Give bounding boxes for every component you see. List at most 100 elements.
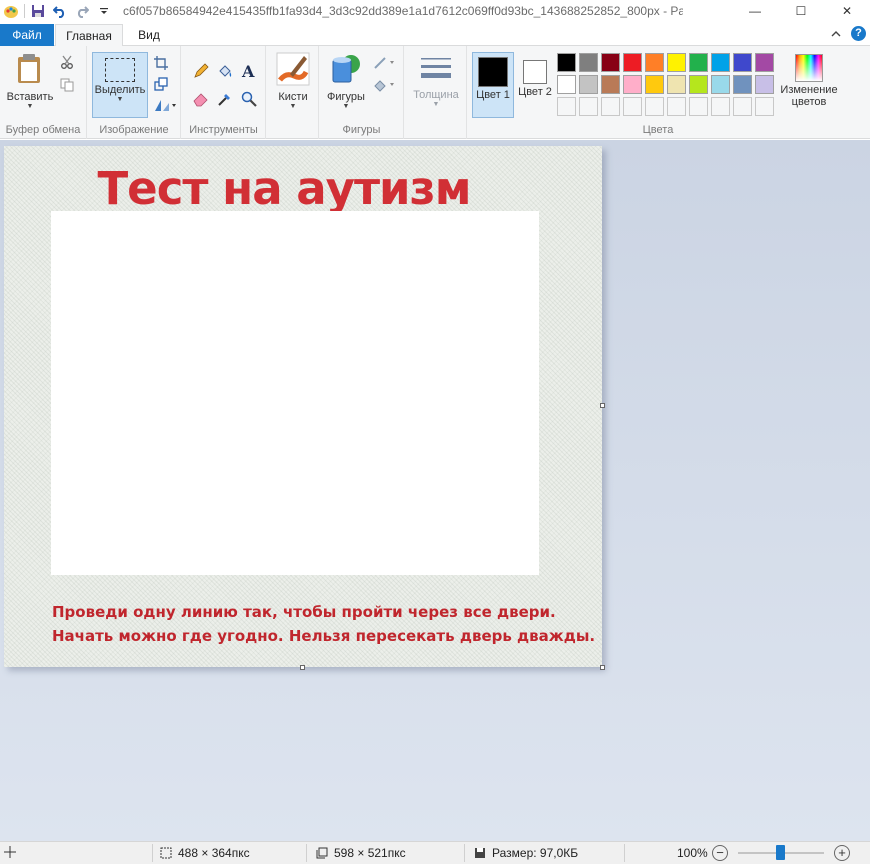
group-label-colors: Цвета <box>642 124 674 136</box>
resize-icon[interactable] <box>152 75 170 93</box>
palette-swatch[interactable] <box>689 53 708 72</box>
edit-colors-button[interactable]: Изменение цветов <box>776 54 842 108</box>
line-size-icon <box>421 58 451 78</box>
group-shapes: Фигуры ▼ Фигуры <box>320 46 404 139</box>
shapes-icon <box>332 55 360 83</box>
palette-swatch[interactable] <box>579 53 598 72</box>
palette-custom-slot[interactable] <box>755 97 774 116</box>
shape-fill-icon[interactable] <box>372 76 398 94</box>
color-spectrum-icon <box>795 54 823 82</box>
palette-custom-slot[interactable] <box>689 97 708 116</box>
palette-custom-slot[interactable] <box>557 97 576 116</box>
palette-swatch[interactable] <box>557 53 576 72</box>
paste-label: Вставить <box>6 91 54 103</box>
collapse-ribbon-icon[interactable] <box>831 27 841 41</box>
pencil-icon[interactable] <box>192 62 210 80</box>
color-picker-icon[interactable] <box>216 90 234 108</box>
group-colors: Цвет 1 Цвет 2 Изменение цветов Цвета <box>468 46 848 139</box>
rotate-icon[interactable] <box>152 96 178 114</box>
tab-file[interactable]: Файл <box>0 24 54 46</box>
palette-swatch[interactable] <box>733 75 752 94</box>
minimize-button[interactable]: — <box>732 0 778 22</box>
palette-custom-slot[interactable] <box>733 97 752 116</box>
window-controls: — ☐ ✕ <box>732 0 870 22</box>
palette-custom-slot[interactable] <box>667 97 686 116</box>
maximize-button[interactable]: ☐ <box>778 0 824 22</box>
palette-custom-slot[interactable] <box>645 97 664 116</box>
palette-swatch[interactable] <box>755 53 774 72</box>
brushes-button[interactable]: Кисти ▼ <box>271 52 315 111</box>
image-size-icon <box>316 847 328 859</box>
title-bar: c6f057b86584942e415435ffb1fa93d4_3d3c92d… <box>0 0 870 22</box>
eraser-icon[interactable] <box>192 90 210 108</box>
window-title: c6f057b86584942e415435ffb1fa93d4_3d3c92d… <box>123 4 683 18</box>
resize-handle-bottom[interactable] <box>300 665 305 670</box>
palette-swatch[interactable] <box>711 75 730 94</box>
color2-button[interactable]: Цвет 2 <box>518 52 552 98</box>
outline-icon[interactable] <box>372 54 398 72</box>
image-size: 598 × 521пкс <box>316 846 406 860</box>
zoom-level: 100% <box>677 846 708 860</box>
palette-swatch[interactable] <box>733 53 752 72</box>
resize-handle-right[interactable] <box>600 403 605 408</box>
shapes-button[interactable]: Фигуры ▼ <box>322 52 370 111</box>
palette-swatch[interactable] <box>645 53 664 72</box>
magnifier-icon[interactable] <box>240 90 258 108</box>
paste-button[interactable]: Вставить ▼ <box>4 52 56 111</box>
undo-icon[interactable] <box>49 0 71 22</box>
palette-swatch[interactable] <box>755 75 774 94</box>
paint-app-icon[interactable] <box>0 0 22 22</box>
palette-swatch[interactable] <box>623 53 642 72</box>
tab-home[interactable]: Главная <box>55 24 123 47</box>
zoom-in-button[interactable]: + <box>834 845 850 861</box>
palette-swatch[interactable] <box>645 75 664 94</box>
group-label-tools: Инструменты <box>189 124 258 136</box>
instruction-line-2: Начать можно где угодно. Нельзя пересека… <box>52 627 596 645</box>
select-icon <box>105 58 135 82</box>
status-bar: 488 × 364пкс 598 × 521пкс Размер: 97,0КБ… <box>0 841 870 864</box>
palette-custom-slot[interactable] <box>711 97 730 116</box>
fill-icon[interactable] <box>216 62 234 80</box>
file-size-text: Размер: 97,0КБ <box>492 846 579 860</box>
palette-custom-slot[interactable] <box>601 97 620 116</box>
group-size[interactable]: Толщина ▼ <box>405 46 467 139</box>
palette-swatch[interactable] <box>667 75 686 94</box>
brushes-label: Кисти <box>278 91 308 103</box>
color1-button[interactable]: Цвет 1 <box>472 52 514 118</box>
zoom-slider-thumb[interactable] <box>776 845 785 860</box>
group-label-shapes: Фигуры <box>342 124 381 136</box>
palette-swatch[interactable] <box>623 75 642 94</box>
palette-swatch[interactable] <box>601 75 620 94</box>
close-button[interactable]: ✕ <box>824 0 870 22</box>
palette-swatch[interactable] <box>579 75 598 94</box>
drawing-canvas[interactable]: Тест на аутизм Проведи одну линию так, ч… <box>4 146 602 667</box>
help-icon[interactable]: ? <box>851 26 866 41</box>
palette-custom-slot[interactable] <box>623 97 642 116</box>
color1-swatch <box>478 57 508 87</box>
selection-size-icon <box>160 847 172 859</box>
copy-icon[interactable] <box>58 76 76 94</box>
resize-handle-corner[interactable] <box>600 665 605 670</box>
text-icon[interactable]: A <box>240 62 258 80</box>
redo-icon[interactable] <box>71 0 93 22</box>
size-button[interactable]: Толщина ▼ <box>409 54 463 109</box>
select-button[interactable]: Выделить ▼ <box>92 52 148 118</box>
palette-swatch[interactable] <box>689 75 708 94</box>
palette-custom-slot[interactable] <box>579 97 598 116</box>
white-board-area[interactable] <box>51 211 539 575</box>
group-brushes[interactable]: Кисти ▼ <box>267 46 319 139</box>
cursor-position <box>4 846 16 858</box>
crop-icon[interactable] <box>152 54 170 72</box>
palette-swatch[interactable] <box>557 75 576 94</box>
save-icon[interactable] <box>27 0 49 22</box>
color2-swatch <box>523 60 547 84</box>
canvas-workspace[interactable]: Тест на аутизм Проведи одну линию так, ч… <box>0 140 870 841</box>
brush-icon <box>276 52 310 86</box>
zoom-out-button[interactable]: − <box>712 845 728 861</box>
tab-view[interactable]: Вид <box>128 24 170 46</box>
palette-swatch[interactable] <box>601 53 620 72</box>
customize-qat-icon[interactable] <box>93 0 115 22</box>
cut-icon[interactable] <box>58 53 76 71</box>
palette-swatch[interactable] <box>667 53 686 72</box>
palette-swatch[interactable] <box>711 53 730 72</box>
